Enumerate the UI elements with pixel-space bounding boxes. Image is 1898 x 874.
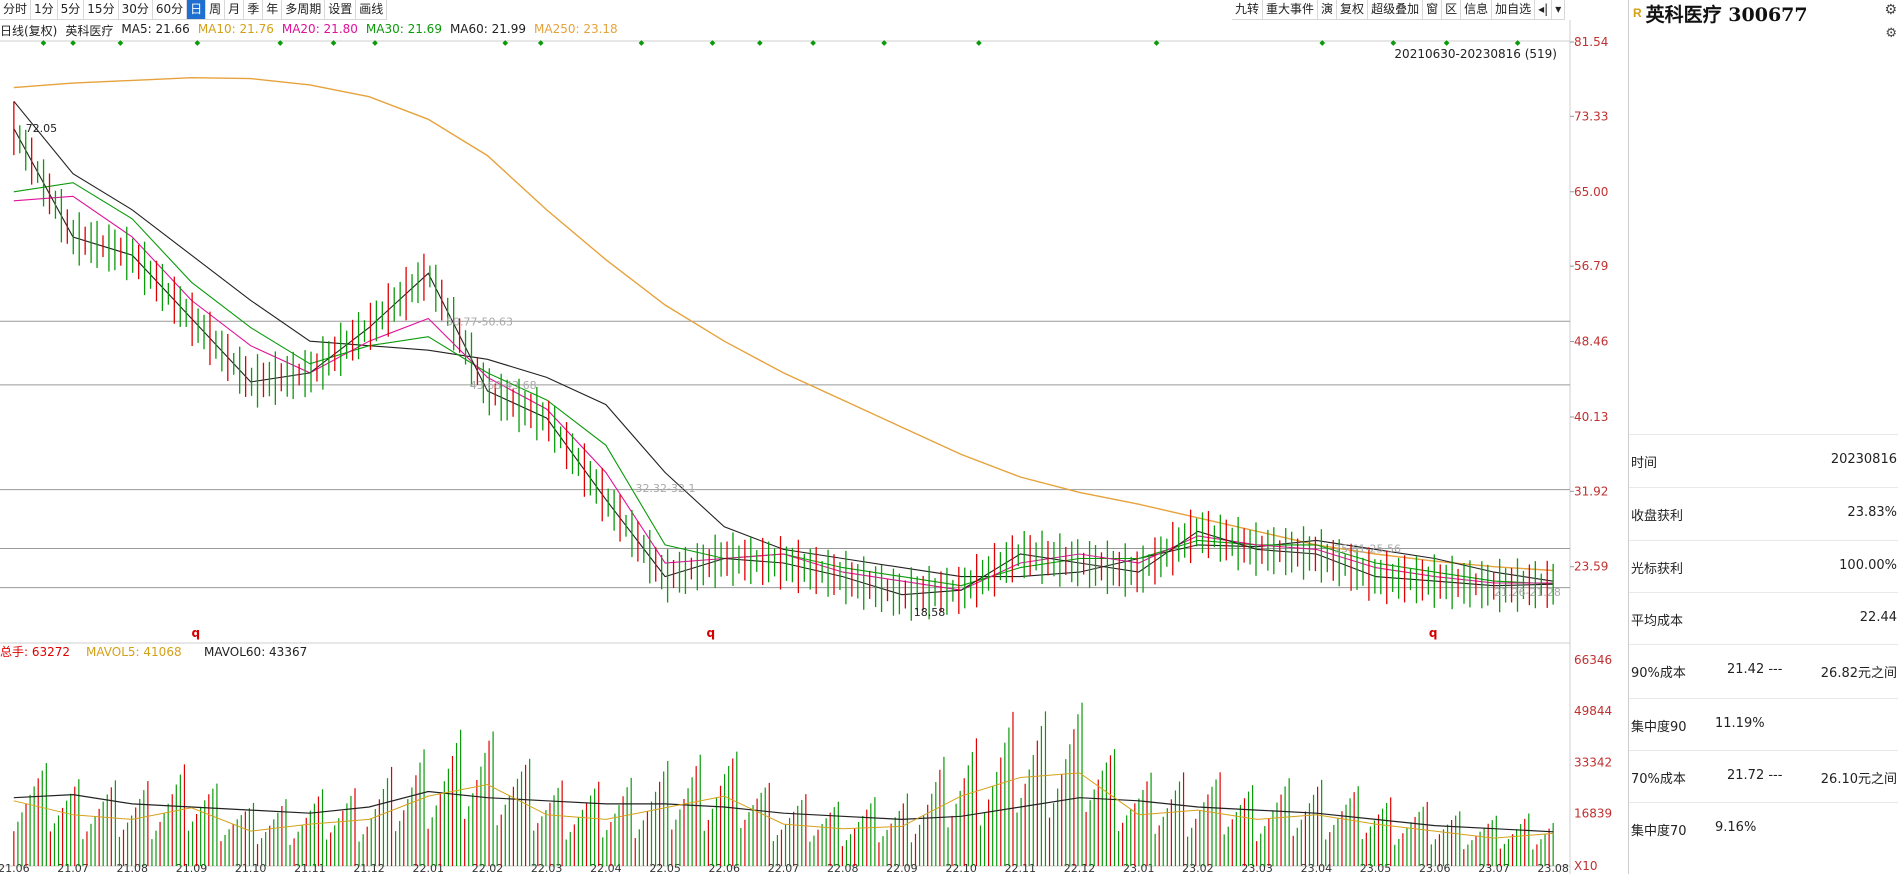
price-tick-label: 23.59 [1574, 560, 1608, 574]
volume-legend-item: MAVOL5: 41068 [86, 645, 182, 659]
stat-row-4: 90%成本 21.42 --- 26.82元之间 [1629, 644, 1898, 697]
x-tick-label: 21.06 [0, 862, 30, 874]
stat-row-5: 集中度90 11.19% [1629, 698, 1898, 751]
price-annotation: 18.58 [914, 606, 946, 619]
legend-item-3: MA10: 21.76 [197, 22, 274, 36]
stat-label: 时间 [1631, 456, 1658, 471]
volume-tick-label: 49844 [1574, 704, 1612, 718]
kline-chart[interactable]: 81.54 73.33 65.00 56.79 48.46 40.13 31.92 23.59… [0, 0, 1628, 874]
legend-item-5: MA30: 21.69 [365, 22, 442, 36]
legend-item-4: MA20: 21.80 [281, 22, 358, 36]
price-annotation: 72.05 [26, 122, 57, 135]
q-marker: q [191, 626, 200, 640]
stat-value: 20230816 [1830, 452, 1897, 467]
price-annotation: 50.77-50.63 [446, 315, 513, 328]
x-tick-label: 22.07 [768, 862, 800, 874]
stat-value: 11.19% [1715, 716, 1765, 731]
volume-legend-item: MAVOL60: 43367 [204, 645, 307, 659]
volume-tick-label: 66346 [1574, 653, 1612, 667]
ma-line-ma20 [13, 195, 1554, 591]
ma-line-ma30 [13, 182, 1554, 587]
stat-row-6: 70%成本 21.72 --- 26.10元之间 [1629, 750, 1898, 803]
ma-legend: 日线(复权) 英科医疗 MA5: 21.66 MA10: 21.76 MA20: 21.… [0, 22, 618, 38]
stat-label: 收盘获利 [1631, 509, 1684, 524]
price-tick-label: 48.46 [1574, 335, 1608, 349]
volume-tick-label: 16839 [1574, 807, 1612, 821]
price-tick-label: 65.00 [1574, 185, 1608, 199]
stat-value: 100.00% [1839, 558, 1897, 573]
price-annotation: 43.68-43.68 [470, 379, 537, 392]
stat-label: 90%成本 [1631, 666, 1686, 681]
legend-item-6: MA60: 21.99 [449, 22, 526, 36]
price-tick-label: 40.13 [1574, 410, 1608, 424]
stat-value: 21.42 --- [1727, 662, 1783, 677]
stat-value: 22.44 [1859, 610, 1897, 625]
stat-row-1: 收盘获利 23.83% [1629, 487, 1898, 540]
stat-row-3: 平均成本 22.44 [1629, 592, 1898, 645]
ma-line-ma250 [13, 76, 1554, 572]
price-tick-label: 81.54 [1574, 35, 1608, 49]
stat-value: 23.83% [1847, 505, 1897, 520]
stat-label: 集中度70 [1631, 824, 1687, 839]
volume-legend-item: 总手: 63272 [0, 645, 70, 659]
legend-item-1: 英科医疗 [65, 24, 114, 38]
stat-label: 70%成本 [1631, 772, 1686, 787]
price-annotation: 25.61-25.56 [1334, 543, 1401, 556]
stat-row-0: 时间 20230816 [1629, 434, 1898, 487]
stat-row-7: 集中度70 9.16% [1629, 802, 1898, 855]
stat-value: 21.72 --- [1727, 768, 1783, 783]
legend-item-0: 日线(复权) [0, 24, 58, 38]
mavol60-line [13, 790, 1554, 833]
stat-label: 平均成本 [1631, 614, 1684, 629]
stat-label: 集中度90 [1631, 720, 1687, 735]
ma-line-ma5 [13, 128, 1554, 596]
date-range-label: 20210630-20230816 (519) [1394, 47, 1557, 61]
settings-icon[interactable]: ⚙ [1885, 26, 1897, 41]
mavol5-line [13, 772, 1554, 839]
legend-item-7: MA250: 23.18 [534, 22, 618, 36]
chip-distribution-panel: R 英科医疗 300677 ⚙ ⚙ 时间 20230816 收盘获利 23.83% 光标… [1628, 0, 1898, 874]
volume-tick-label: X10 [1574, 859, 1598, 873]
stat-value-range: 26.10元之间 [1820, 772, 1897, 787]
stat-value: 9.16% [1715, 820, 1757, 835]
x-tick-label: 21.12 [353, 862, 385, 874]
x-tick-label: 23.02 [1182, 862, 1214, 874]
panel-title: R 英科医疗 300677 [1629, 0, 1808, 26]
gear-icon[interactable]: ⚙ [1884, 2, 1897, 18]
volume-tick-label: 33342 [1574, 755, 1612, 769]
q-marker: q [707, 626, 716, 640]
stock-name-code: 英科医疗 300677 [1645, 3, 1808, 26]
stat-row-2: 光标获利 100.00% [1629, 540, 1898, 593]
stat-value-range: 26.82元之间 [1820, 666, 1897, 681]
price-tick-label: 56.79 [1574, 259, 1608, 273]
q-marker: q [1429, 626, 1438, 640]
price-annotation: 32.32-32.1 [635, 482, 695, 495]
legend-item-2: MA5: 21.66 [121, 22, 190, 36]
price-annotation: 21.26-21.28 [1494, 586, 1561, 599]
stat-label: 光标获利 [1631, 562, 1684, 577]
r-badge: R [1633, 6, 1642, 20]
price-tick-label: 73.33 [1574, 109, 1608, 123]
price-tick-label: 31.92 [1574, 484, 1608, 498]
